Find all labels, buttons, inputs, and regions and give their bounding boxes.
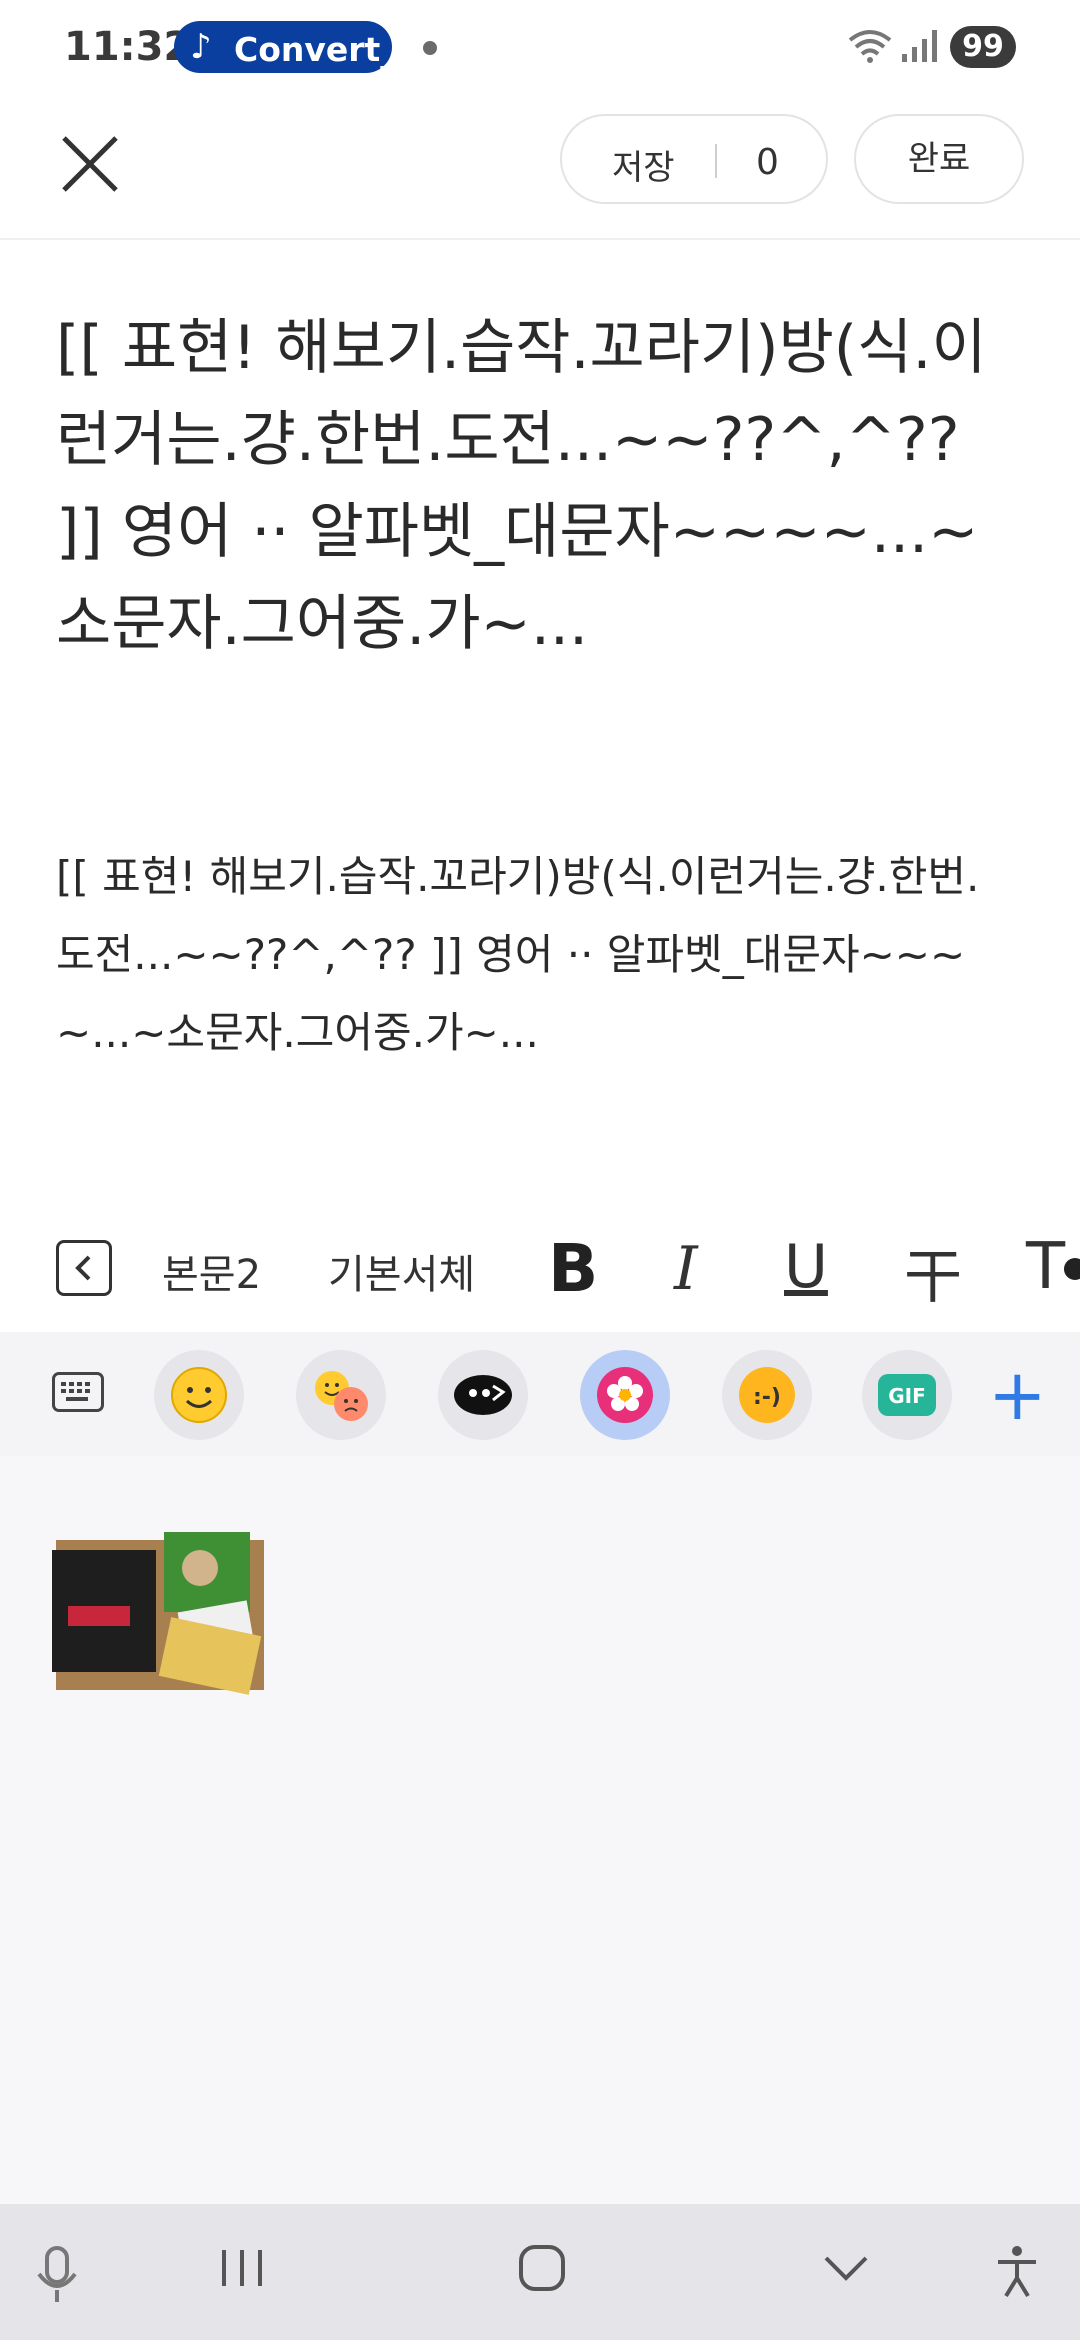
- text-emoticon-icon: :-): [739, 1367, 795, 1423]
- paragraph-style-button[interactable]: 본문2: [162, 1242, 261, 1300]
- music-note-icon: ♪: [190, 27, 212, 67]
- convert-app-pill[interactable]: ♪ Convert_: [174, 21, 397, 73]
- notification-dot: [423, 41, 437, 55]
- keyboard-toolbar: :-) GIF +: [0, 1332, 1080, 1456]
- sticker-panel: [0, 1456, 1080, 2204]
- post-title-field[interactable]: [[ 표현! 해보기.습작.꼬라기)방(식.이런거는.걍.한번.도전...~~?…: [56, 302, 1016, 670]
- svg-text::-): :-): [753, 1385, 781, 1410]
- italic-button[interactable]: I: [674, 1234, 698, 1304]
- strikethrough-button[interactable]: 干: [904, 1230, 962, 1314]
- svg-text:GIF: GIF: [888, 1384, 926, 1408]
- bitmoji-button[interactable]: [438, 1350, 528, 1440]
- sticker-flower-icon: [597, 1367, 653, 1423]
- save-button[interactable]: 저장 0: [560, 114, 828, 204]
- status-icons: 99: [846, 22, 1016, 72]
- post-body-field[interactable]: [[ 표현! 해보기.습작.꼬라기)방(식.이런거는.걍.한번.도전...~~?…: [56, 838, 1016, 1072]
- accessibility-icon[interactable]: [994, 2244, 1040, 2300]
- mic-icon[interactable]: [34, 2244, 80, 2306]
- text-color-dot: [1064, 1258, 1080, 1280]
- status-bar: 11:32 ♪ Convert_ 99: [0, 0, 1080, 96]
- book-sticker[interactable]: [52, 1528, 268, 1700]
- status-time: 11:32: [64, 24, 192, 70]
- close-icon[interactable]: [52, 126, 128, 202]
- recent-apps-icon[interactable]: [218, 2244, 266, 2292]
- bitmoji-icon: [454, 1375, 512, 1415]
- font-button[interactable]: 기본서체: [328, 1242, 475, 1300]
- emoji-pair-button[interactable]: [296, 1350, 386, 1440]
- gif-icon: GIF: [878, 1374, 936, 1416]
- emoji-button[interactable]: [154, 1350, 244, 1440]
- save-label: 저장: [612, 148, 675, 188]
- format-back-icon[interactable]: [56, 1240, 112, 1296]
- plus-icon[interactable]: +: [988, 1350, 1047, 1440]
- text-color-button[interactable]: T: [1026, 1230, 1065, 1304]
- back-down-icon[interactable]: [822, 2244, 870, 2292]
- save-divider: [715, 144, 717, 178]
- format-toolbar: 본문2 기본서체 B I U 干 T: [0, 1212, 1080, 1332]
- convert-app-label: Convert_: [234, 30, 397, 69]
- keyboard-icon[interactable]: [52, 1372, 104, 1412]
- bold-button[interactable]: B: [548, 1230, 598, 1307]
- underline-button[interactable]: U: [784, 1232, 828, 1302]
- done-button[interactable]: 완료: [854, 114, 1024, 204]
- wifi-icon: [848, 30, 892, 63]
- battery-badge: 99: [950, 26, 1016, 68]
- signal-icon: [902, 30, 937, 62]
- save-count: 0: [756, 142, 779, 183]
- system-navbar: [0, 2204, 1080, 2340]
- emoji-icon: [171, 1367, 227, 1423]
- editor-topbar: 저장 0 완료: [0, 96, 1080, 240]
- text-emoticon-button[interactable]: :-): [722, 1350, 812, 1440]
- gif-button[interactable]: GIF: [862, 1350, 952, 1440]
- home-icon[interactable]: [518, 2244, 566, 2292]
- emoji-pair-icon: [315, 1371, 368, 1421]
- sticker-button[interactable]: [580, 1350, 670, 1440]
